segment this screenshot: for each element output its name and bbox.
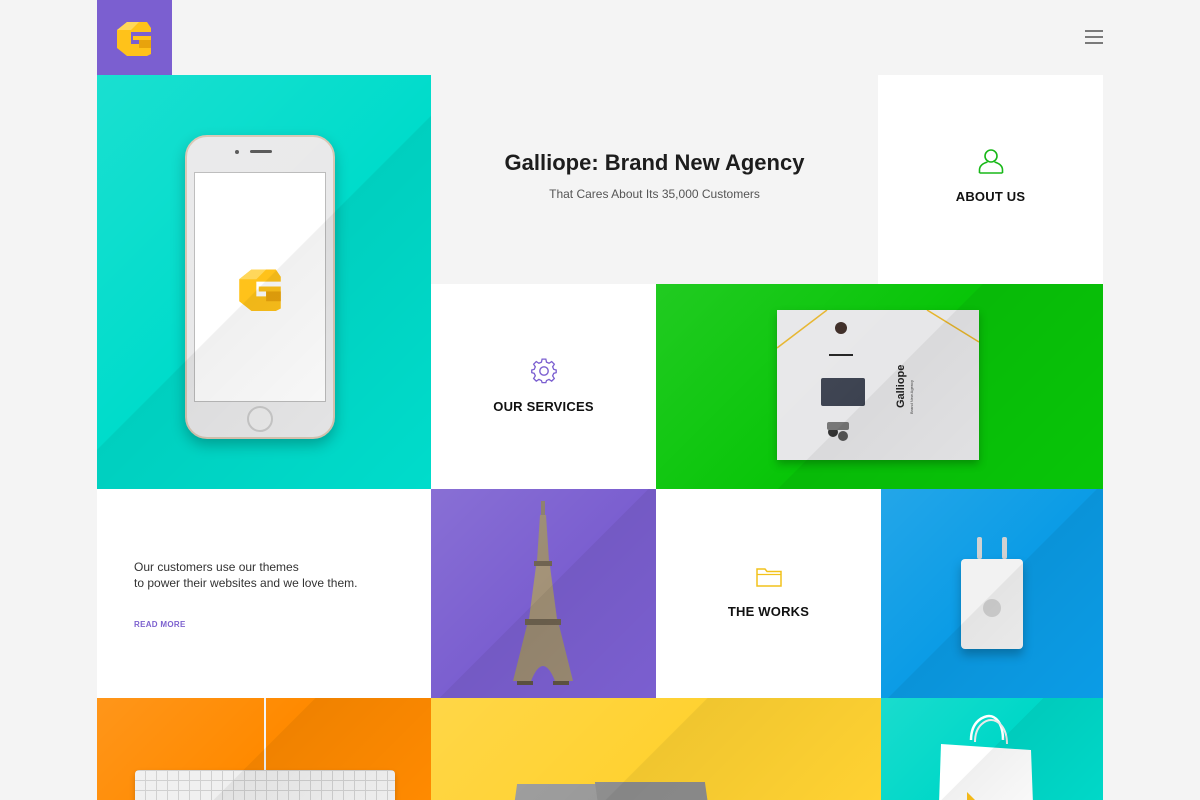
logo-tile[interactable] [97, 0, 172, 75]
gear-icon [530, 358, 557, 384]
testimonial-tile: Our customers use our themes to power th… [97, 489, 431, 698]
our-services-tile[interactable]: OUR SERVICES [431, 284, 656, 489]
about-us-label: ABOUT US [955, 189, 1026, 204]
hero-title: Galliope: Brand New Agency [504, 150, 805, 175]
keyboard-mockup [135, 770, 395, 800]
read-more-link[interactable]: READ MORE [134, 620, 186, 629]
brochure-subtitle: Brand New Agency [909, 379, 914, 414]
the-works-label: THE WORKS [727, 604, 810, 619]
shopping-bag-image-tile[interactable] [881, 698, 1103, 800]
testimonial-line-2: to power their websites and we love them… [134, 576, 358, 590]
the-works-tile[interactable]: THE WORKS [656, 489, 881, 698]
stationery-image-tile[interactable] [431, 698, 881, 800]
brochure-title: Galliope [895, 364, 907, 408]
eiffel-image-tile[interactable] [431, 489, 656, 698]
charger-image-tile[interactable] [881, 489, 1103, 698]
folder-icon [755, 568, 782, 587]
galliope-logo-icon [239, 269, 281, 311]
eiffel-tower-figure [513, 501, 573, 685]
our-services-label: OUR SERVICES [493, 399, 594, 414]
shopping-bag-figure [939, 714, 1033, 800]
keyboard-image-tile[interactable] [97, 698, 431, 800]
phone-image-tile[interactable] [97, 75, 431, 489]
hero-section: Galliope: Brand New Agency That Cares Ab… [431, 75, 878, 284]
user-icon [978, 149, 1003, 174]
phone-mockup [185, 135, 335, 439]
testimonial-text: Our customers use our themes to power th… [134, 559, 394, 591]
galliope-logo-icon [117, 22, 151, 56]
cable [264, 698, 266, 773]
hero-subtitle: That Cares About Its 35,000 Customers [549, 187, 760, 201]
brochure-mockup: Galliope Brand New Agency [777, 310, 979, 460]
testimonial-line-1: Our customers use our themes [134, 560, 299, 574]
stationery-card-right [594, 782, 710, 800]
brochure-image-tile[interactable]: Galliope Brand New Agency [656, 284, 1103, 489]
hamburger-menu-icon[interactable] [1085, 30, 1103, 45]
charger-mockup [961, 537, 1023, 649]
about-us-tile[interactable]: ABOUT US [878, 75, 1103, 284]
